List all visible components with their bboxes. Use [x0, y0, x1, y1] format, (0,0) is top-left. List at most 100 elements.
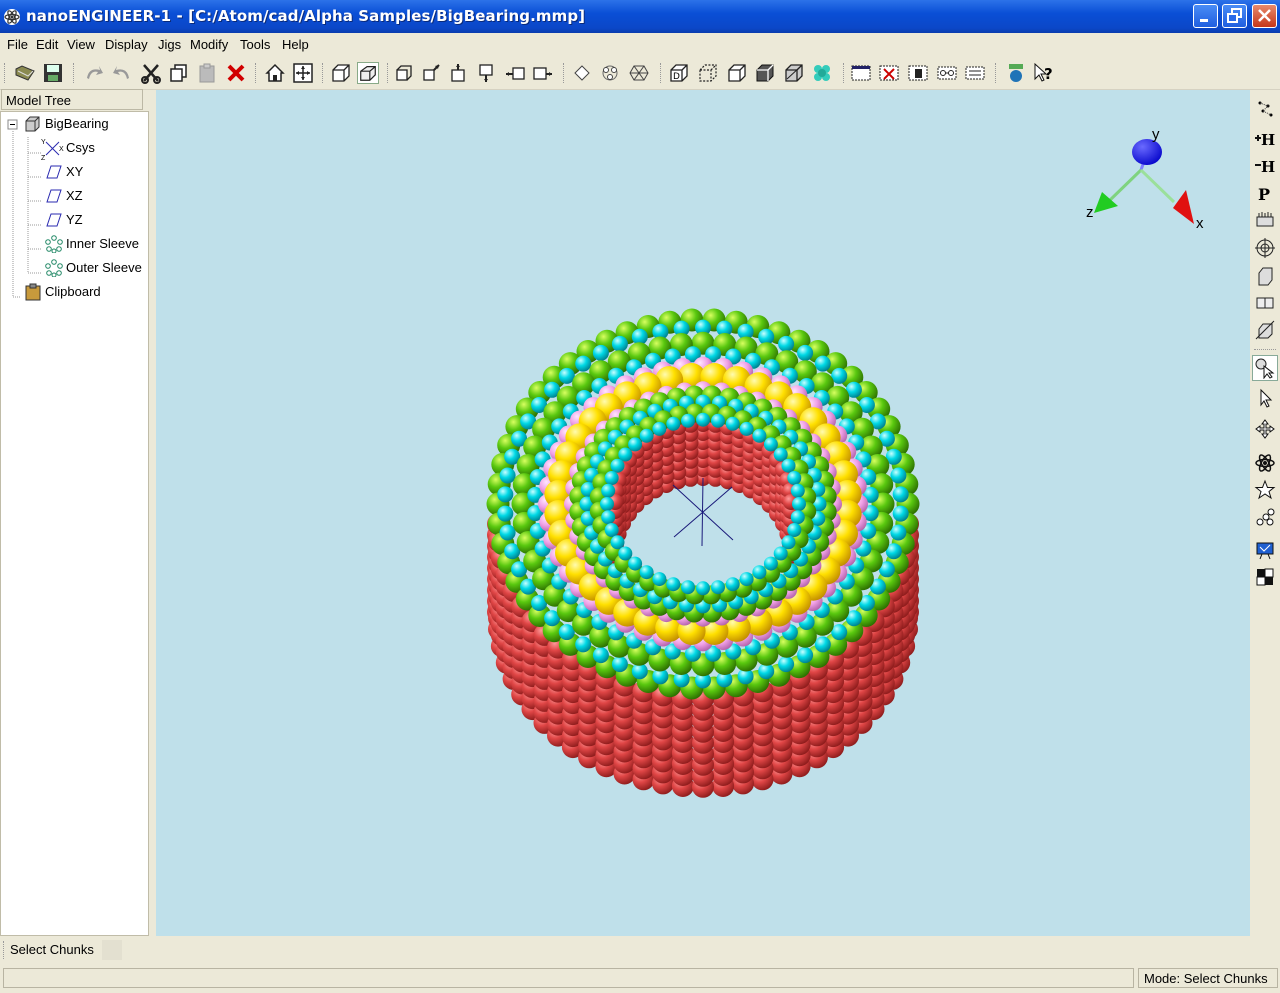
movie-player-icon[interactable] — [1254, 539, 1276, 561]
atom[interactable] — [763, 437, 778, 452]
model-tree[interactable]: BigBearing Y Z X Csys XY XZ YZ Inner Sle… — [0, 111, 149, 936]
atom[interactable] — [763, 556, 778, 571]
atom[interactable] — [787, 523, 802, 537]
atom[interactable] — [666, 416, 681, 431]
front-view-icon[interactable] — [393, 62, 415, 84]
atom[interactable] — [628, 437, 643, 452]
close-button[interactable] — [1252, 4, 1277, 28]
invert-selection-icon[interactable] — [907, 62, 929, 84]
maximize-button[interactable] — [1222, 4, 1247, 28]
atoms-mode-icon[interactable] — [1254, 98, 1276, 120]
move-chunks-mode-icon[interactable] — [1254, 418, 1276, 440]
model-tree-header[interactable]: Model Tree — [1, 89, 143, 110]
menu-edit[interactable]: Edit — [36, 37, 58, 52]
atom[interactable] — [752, 565, 767, 580]
atom[interactable] — [739, 572, 754, 587]
atom[interactable] — [575, 355, 592, 372]
tree-node-clipboard[interactable]: Clipboard — [45, 284, 101, 299]
open-icon[interactable] — [14, 62, 36, 84]
atom[interactable] — [711, 413, 725, 428]
atom[interactable] — [814, 636, 831, 653]
invisible-display-icon[interactable] — [697, 62, 719, 84]
zoom-to-fit-icon[interactable] — [292, 62, 314, 84]
menu-tools[interactable]: Tools — [240, 37, 270, 52]
select-all-icon[interactable] — [850, 62, 872, 84]
atom[interactable] — [499, 524, 516, 541]
atom[interactable] — [499, 467, 516, 484]
atom[interactable] — [892, 486, 909, 503]
back-view-icon[interactable] — [420, 62, 442, 84]
atom[interactable] — [604, 471, 619, 485]
fuse-mode-icon[interactable] — [1254, 566, 1276, 588]
save-icon[interactable] — [42, 62, 64, 84]
atom[interactable] — [497, 486, 514, 503]
atom[interactable] — [696, 412, 710, 427]
atom[interactable] — [652, 421, 667, 436]
menu-view[interactable]: View — [67, 37, 95, 52]
app-atom-icon[interactable] — [3, 8, 21, 26]
select-none-icon[interactable] — [878, 62, 900, 84]
atom[interactable] — [725, 416, 740, 431]
atom[interactable] — [711, 580, 725, 595]
paste-icon[interactable] — [196, 62, 218, 84]
tree-node-xy[interactable]: XY — [66, 164, 83, 179]
copy-icon[interactable] — [168, 62, 190, 84]
select-atoms-mode-icon[interactable] — [1254, 387, 1276, 409]
bearing-model[interactable] — [486, 308, 920, 798]
atom[interactable] — [814, 355, 831, 372]
select-chunks-mode-button[interactable] — [1252, 355, 1278, 381]
atom[interactable] — [592, 344, 609, 361]
atom[interactable] — [696, 581, 710, 596]
atom[interactable] — [666, 577, 681, 592]
atom[interactable] — [890, 524, 907, 541]
menu-display[interactable]: Display — [105, 37, 148, 52]
atom[interactable] — [797, 647, 814, 664]
atom[interactable] — [681, 413, 695, 428]
select-atoms-icon[interactable] — [571, 62, 593, 84]
atom[interactable] — [575, 636, 592, 653]
atom[interactable] — [778, 335, 795, 352]
tree-node-xz[interactable]: XZ — [66, 188, 83, 203]
atom[interactable] — [604, 523, 619, 537]
undo-icon[interactable] — [83, 62, 105, 84]
delete-icon[interactable] — [225, 62, 247, 84]
atom[interactable] — [792, 497, 806, 511]
atom[interactable] — [601, 510, 616, 525]
element-color-icon[interactable] — [1005, 62, 1027, 84]
passivate-icon[interactable]: P — [1254, 182, 1276, 204]
atom[interactable] — [611, 656, 628, 673]
atom[interactable] — [725, 577, 740, 592]
ball-stick-display-icon[interactable] — [754, 62, 776, 84]
atom[interactable] — [639, 428, 654, 443]
atom[interactable] — [601, 483, 616, 498]
atom[interactable] — [778, 656, 795, 673]
home-view-icon[interactable] — [264, 62, 286, 84]
atom[interactable] — [797, 344, 814, 361]
atom[interactable] — [610, 458, 625, 473]
atom[interactable] — [892, 505, 909, 522]
toolbar-handle[interactable] — [4, 63, 8, 83]
default-display-icon[interactable]: D — [668, 62, 690, 84]
invert-icon[interactable] — [1254, 292, 1276, 314]
mode-toolbar-extension[interactable] — [102, 940, 122, 960]
atom[interactable] — [639, 565, 654, 580]
align-icon[interactable] — [1254, 265, 1276, 287]
connected-icon[interactable] — [936, 62, 958, 84]
vdw-display-icon[interactable] — [811, 62, 833, 84]
menu-jigs[interactable]: Jigs — [158, 37, 181, 52]
molecule-view[interactable]: y z x — [156, 90, 1250, 936]
perspective-icon[interactable] — [357, 62, 379, 84]
atom[interactable] — [787, 471, 802, 485]
menu-help[interactable]: Help — [282, 37, 309, 52]
atom[interactable] — [781, 458, 796, 473]
atom[interactable] — [652, 572, 667, 587]
atom[interactable] — [600, 497, 614, 511]
cut-icon[interactable] — [140, 62, 162, 84]
cookie-cutter-mode-icon[interactable] — [1254, 479, 1276, 501]
lines-display-icon[interactable] — [726, 62, 748, 84]
doubly-icon[interactable] — [964, 62, 986, 84]
atom[interactable] — [790, 510, 805, 525]
minimize-button[interactable] — [1193, 4, 1218, 28]
tree-node-root[interactable]: BigBearing — [45, 116, 109, 131]
atom[interactable] — [611, 335, 628, 352]
